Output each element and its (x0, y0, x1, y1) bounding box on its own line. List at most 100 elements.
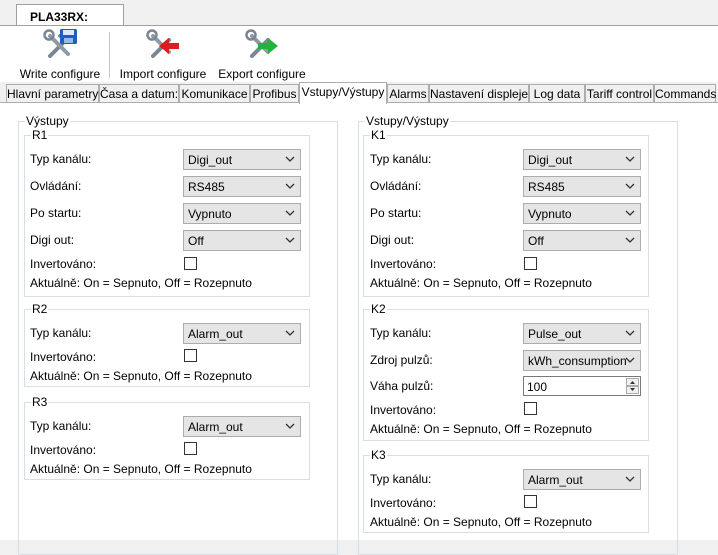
k1-inverted-checkbox[interactable] (524, 257, 537, 270)
k1-digi-out-select[interactable]: Off (523, 230, 641, 251)
tab-alarms[interactable]: Alarms (387, 84, 429, 103)
k1-status-text: Aktuálně: On = Sepnuto, Off = Rozepnuto (370, 276, 592, 290)
chevron-down-icon (625, 237, 635, 243)
tools-import-arrow-icon (146, 29, 179, 58)
tab-hlavni-parametry[interactable]: Hlavní parametry (6, 84, 99, 103)
r1-status-text: Aktuálně: On = Sepnuto, Off = Rozepnuto (30, 276, 252, 290)
r1-after-start-value: Vypnuto (188, 207, 232, 221)
k2-title: K2 (371, 302, 386, 316)
r1-after-start-select[interactable]: Vypnuto (183, 203, 301, 224)
r1-inverted-label: Invertováno: (30, 257, 97, 271)
r1-control-value: RS485 (188, 180, 225, 194)
k3-channel-type-label: Typ kanálu: (370, 472, 432, 486)
k1-channel-type-select[interactable]: Digi_out (523, 149, 641, 170)
r1-channel-type-label: Typ kanálu: (30, 152, 92, 166)
r1-control-label: Ovládání: (30, 179, 82, 193)
tab-komunikace[interactable]: Komunikace (179, 84, 250, 103)
tab-strip: Hlavní parametry Časa a datum: Komunikac… (0, 82, 718, 104)
r1-control-select[interactable]: RS485 (183, 176, 301, 197)
k2-pulse-source-label: Zdroj pulzů: (370, 353, 433, 367)
inputs-outputs-group-title: Vstupy/Výstupy (366, 114, 449, 128)
chevron-down-icon (285, 183, 295, 189)
chevron-down-icon (625, 357, 635, 363)
r2-channel-type-label: Typ kanálu: (30, 326, 92, 340)
r2-status-text: Aktuálně: On = Sepnuto, Off = Rozepnuto (30, 369, 252, 383)
k1-after-start-label: Po startu: (370, 206, 422, 220)
r1-channel-type-value: Digi_out (188, 153, 233, 167)
r1-channel-type-select[interactable]: Digi_out (183, 149, 301, 170)
r3-title: R3 (32, 395, 48, 409)
k1-after-start-select[interactable]: Vypnuto (523, 203, 641, 224)
document-tab[interactable]: PLA33RX: Firma (16, 4, 124, 38)
tab-content: Výstupy R1 Typ kanálu: Digi_out Ovládání… (0, 102, 718, 555)
r3-inverted-checkbox[interactable] (184, 442, 197, 455)
chevron-down-icon (625, 156, 635, 162)
write-configure-label: Write configure (19, 67, 101, 81)
k1-control-select[interactable]: RS485 (523, 176, 641, 197)
tab-vstupy-vystupy[interactable]: Vstupy/Výstupy (299, 82, 387, 104)
r3-channel-type-value: Alarm_out (188, 420, 243, 434)
spin-up-button[interactable] (626, 378, 639, 386)
k3-inverted-checkbox[interactable] (524, 495, 537, 508)
tools-export-arrow-icon (245, 29, 278, 58)
k1-control-value: RS485 (528, 180, 565, 194)
k2-pulse-weight-spinner[interactable]: 100 (523, 376, 641, 396)
k3-channel-type-value: Alarm_out (528, 473, 583, 487)
tab-log-data[interactable]: Log data (529, 84, 585, 103)
k3-title: K3 (371, 448, 386, 462)
chevron-down-icon (285, 237, 295, 243)
r1-inverted-checkbox[interactable] (184, 257, 197, 270)
import-configure-button[interactable]: Import configure (116, 28, 210, 81)
triangle-up-icon (630, 381, 635, 384)
k1-channel-type-label: Typ kanálu: (370, 152, 432, 166)
tab-commands[interactable]: Commands (654, 84, 716, 103)
tools-floppy-icon (43, 29, 77, 58)
k2-status-text: Aktuálně: On = Sepnuto, Off = Rozepnuto (370, 422, 592, 436)
k2-inverted-label: Invertováno: (370, 403, 437, 417)
r2-channel-type-select[interactable]: Alarm_out (183, 323, 301, 344)
r2-title: R2 (32, 302, 48, 316)
chevron-down-icon (625, 210, 635, 216)
k2-pulse-weight-label: Váha pulzů: (370, 379, 434, 393)
k3-status-text: Aktuálně: On = Sepnuto, Off = Rozepnuto (370, 515, 592, 529)
tab-profibus[interactable]: Profibus (250, 84, 299, 103)
r3-inverted-label: Invertováno: (30, 443, 97, 457)
chevron-down-icon (625, 330, 635, 336)
chevron-down-icon (285, 330, 295, 336)
chevron-down-icon (625, 476, 635, 482)
r2-inverted-label: Invertováno: (30, 350, 97, 364)
r1-digi-out-select[interactable]: Off (183, 230, 301, 251)
k2-channel-type-label: Typ kanálu: (370, 326, 432, 340)
k2-channel-type-select[interactable]: Pulse_out (523, 323, 641, 344)
chevron-down-icon (625, 183, 635, 189)
spin-down-button[interactable] (626, 386, 639, 394)
chevron-down-icon (285, 423, 295, 429)
k2-inverted-checkbox[interactable] (524, 402, 537, 415)
tab-casa-a-datum[interactable]: Časa a datum: (99, 84, 179, 103)
k1-control-label: Ovládání: (370, 179, 422, 193)
k1-after-start-value: Vypnuto (528, 207, 572, 221)
r1-title: R1 (32, 128, 48, 142)
r3-channel-type-label: Typ kanálu: (30, 419, 92, 433)
export-configure-button[interactable]: Export configure (216, 28, 308, 81)
k3-inverted-label: Invertováno: (370, 496, 437, 510)
r3-channel-type-select[interactable]: Alarm_out (183, 416, 301, 437)
toolbar: Write configure Import configure Export … (0, 26, 718, 82)
chevron-down-icon (285, 156, 295, 162)
r2-inverted-checkbox[interactable] (184, 349, 197, 362)
tab-nastaveni-displeje[interactable]: Nastavení displeje (429, 84, 529, 103)
outputs-group-title: Výstupy (26, 114, 69, 128)
k1-digi-out-label: Digi out: (370, 233, 415, 247)
import-configure-label: Import configure (119, 67, 207, 81)
k2-channel-type-value: Pulse_out (528, 327, 582, 341)
k1-title: K1 (371, 128, 386, 142)
triangle-down-icon (630, 388, 635, 391)
tab-tariff-control[interactable]: Tariff control (585, 84, 654, 103)
k3-channel-type-select[interactable]: Alarm_out (523, 469, 641, 490)
k2-pulse-source-value: kWh_consumption (528, 354, 627, 368)
r3-status-text: Aktuálně: On = Sepnuto, Off = Rozepnuto (30, 462, 252, 476)
toolbar-separator (109, 32, 110, 78)
r2-channel-type-value: Alarm_out (188, 327, 243, 341)
k2-pulse-source-select[interactable]: kWh_consumption (523, 350, 641, 371)
write-configure-button[interactable]: Write configure (14, 28, 106, 81)
